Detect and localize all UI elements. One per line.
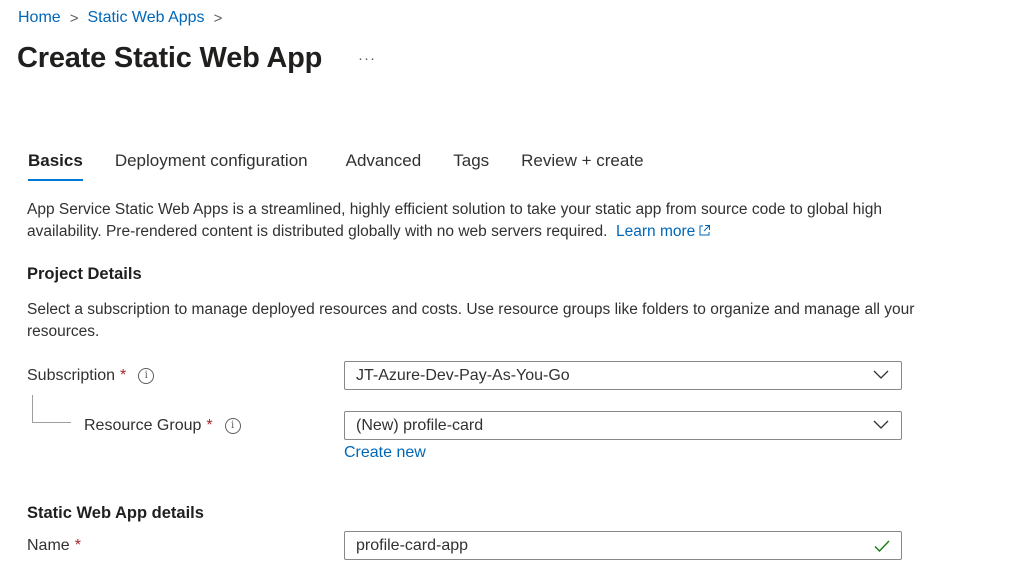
required-marker: * [74, 537, 81, 554]
subscription-label-text: Subscription [27, 367, 116, 384]
required-marker: * [206, 417, 213, 434]
tab-advanced[interactable]: Advanced [346, 151, 422, 181]
page-title: Create Static Web App [17, 42, 323, 74]
breadcrumb-separator-icon: > [69, 9, 79, 27]
learn-more-link[interactable]: Learn more [616, 223, 711, 240]
app-details-heading: Static Web App details [27, 504, 204, 522]
subscription-label: Subscription * i [27, 367, 155, 385]
resource-group-label-text: Resource Group [84, 417, 202, 434]
project-details-description: Select a subscription to manage deployed… [27, 301, 915, 340]
create-new-resource-group-link[interactable]: Create new [344, 444, 426, 462]
breadcrumb-separator-icon: > [213, 9, 223, 27]
tab-deployment-configuration[interactable]: Deployment configuration [115, 151, 308, 181]
info-icon[interactable]: i [138, 368, 155, 384]
learn-more-label: Learn more [616, 223, 696, 240]
more-options-icon[interactable]: ··· [358, 50, 376, 67]
name-value: profile-card-app [356, 536, 469, 554]
name-label: Name * [27, 537, 81, 555]
breadcrumb-home-link[interactable]: Home [18, 9, 61, 27]
tree-connector [32, 395, 71, 423]
breadcrumb-static-web-apps-link[interactable]: Static Web Apps [87, 9, 204, 27]
tab-bar: Basics Deployment configuration Advanced… [28, 151, 644, 181]
name-label-text: Name [27, 537, 70, 554]
tab-tags[interactable]: Tags [453, 151, 489, 181]
intro-description: App Service Static Web Apps is a streaml… [27, 199, 917, 243]
tab-review-create[interactable]: Review + create [521, 151, 643, 181]
subscription-select[interactable]: JT-Azure-Dev-Pay-As-You-Go [344, 361, 902, 390]
external-link-icon [699, 225, 711, 236]
breadcrumb: Home > Static Web Apps > [18, 9, 231, 27]
resource-group-label: Resource Group * i [84, 417, 241, 435]
valid-check-icon [874, 540, 890, 553]
resource-group-value: (New) profile-card [356, 416, 484, 434]
chevron-down-icon [873, 370, 889, 379]
info-icon[interactable]: i [224, 418, 241, 434]
tab-basics[interactable]: Basics [28, 151, 83, 181]
resource-group-select[interactable]: (New) profile-card [344, 411, 902, 440]
required-marker: * [120, 367, 127, 384]
name-input[interactable]: profile-card-app [344, 531, 902, 560]
subscription-value: JT-Azure-Dev-Pay-As-You-Go [356, 366, 570, 384]
chevron-down-icon [873, 420, 889, 429]
project-details-heading: Project Details [27, 265, 142, 283]
intro-text: App Service Static Web Apps is a streaml… [27, 201, 882, 240]
